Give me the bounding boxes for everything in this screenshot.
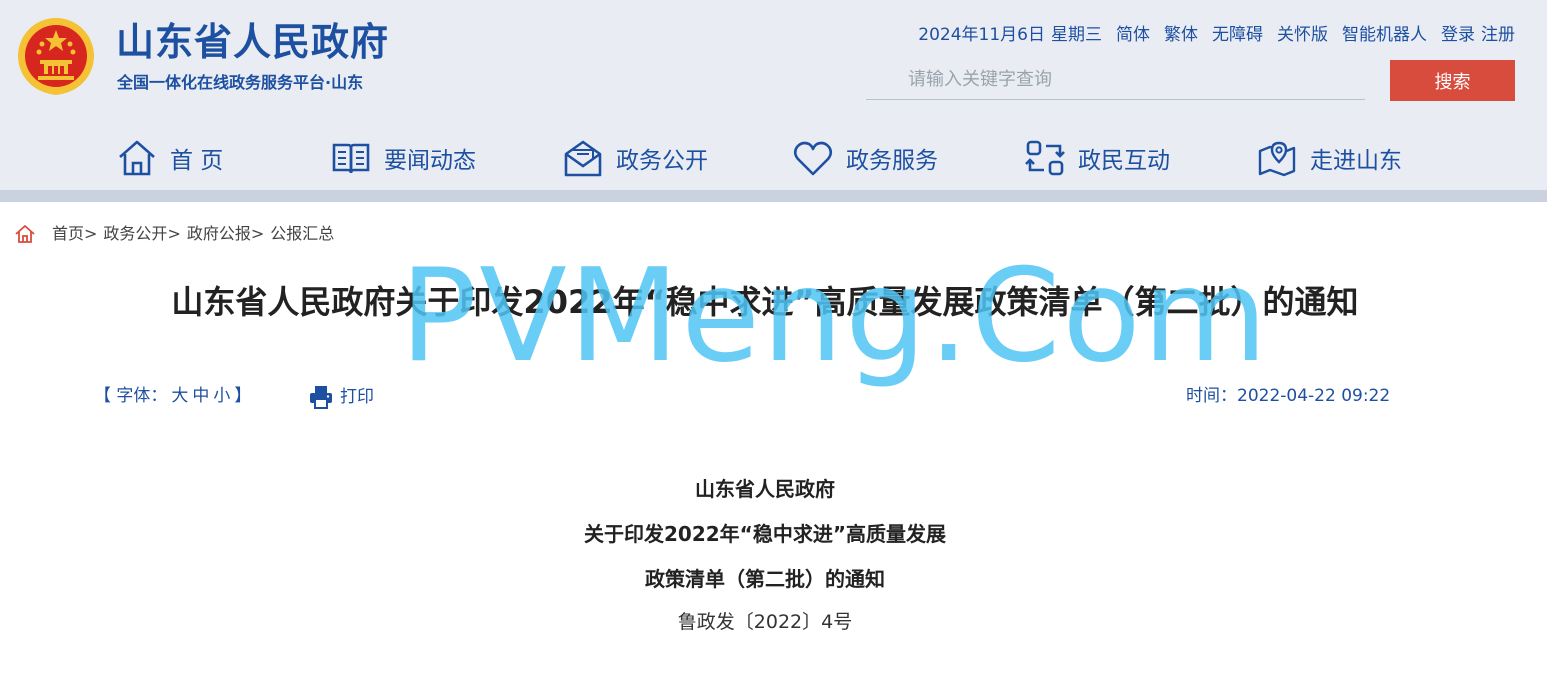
breadcrumb: 首页 > 政务公开 > 政府公报 > 公报汇总 xyxy=(14,222,334,246)
care-edition-link[interactable]: 关怀版 xyxy=(1277,24,1328,46)
publish-time-label: 时间： xyxy=(1186,386,1237,406)
weekday-text: 星期三 xyxy=(1051,25,1102,45)
heart-icon xyxy=(793,141,833,176)
breadcrumb-separator: > xyxy=(250,224,265,243)
breadcrumb-home-icon[interactable] xyxy=(14,223,36,245)
header-divider xyxy=(0,190,1547,202)
search-input[interactable] xyxy=(866,60,1365,99)
map-pin-icon xyxy=(1258,141,1296,177)
publish-time: 时间： 2022-04-22 09:22 xyxy=(1186,384,1390,408)
nav-item-gov-affairs[interactable]: 政务公开 xyxy=(562,130,708,186)
breadcrumb-separator: > xyxy=(167,224,181,243)
font-size-control: 【 字体： 大 中 小 】 xyxy=(94,384,251,408)
breadcrumb-gov-affairs[interactable]: 政务公开 xyxy=(103,222,167,246)
simplified-chinese-link[interactable]: 简体 xyxy=(1116,24,1150,46)
nav-label-discover-shandong: 走进山东 xyxy=(1310,148,1402,174)
site-title[interactable]: 山东省人民政府 xyxy=(116,20,389,64)
nav-label-gov-service: 政务服务 xyxy=(846,148,938,174)
site-subtitle[interactable]: 全国一体化在线政务服务平台·山东 xyxy=(117,73,363,93)
login-link[interactable]: 登录 xyxy=(1441,24,1475,46)
mail-open-icon xyxy=(564,140,602,177)
article-title: 山东省人民政府关于印发2022年“稳中求进”高质量发展政策清单（第二批）的通知 xyxy=(171,283,1359,321)
font-size-control-open: 【 字体： xyxy=(94,386,168,406)
breadcrumb-gazette-summary[interactable]: 公报汇总 xyxy=(270,222,334,246)
smart-robot-link[interactable]: 智能机器人 xyxy=(1342,24,1427,46)
nav-item-interaction[interactable]: 政民互动 xyxy=(1024,130,1170,186)
body-issuer: 山东省人民政府 xyxy=(695,477,835,501)
publish-time-value: 2022-04-22 09:22 xyxy=(1237,386,1391,406)
search-button[interactable]: 搜索 xyxy=(1390,60,1515,101)
breadcrumb-home[interactable]: 首页 xyxy=(52,222,84,246)
news-book-icon xyxy=(332,143,370,174)
breadcrumb-gov-gazette[interactable]: 政府公报 xyxy=(187,222,251,246)
home-icon xyxy=(119,140,155,176)
font-size-large[interactable]: 大 xyxy=(171,384,188,408)
body-heading-line-2: 政策清单（第二批）的通知 xyxy=(645,567,885,591)
register-link[interactable]: 注册 xyxy=(1481,24,1515,46)
search-box xyxy=(866,60,1365,100)
font-size-control-close: 】 xyxy=(234,386,252,406)
main-nav: 首 页 要闻动态 政务公开 政务服务 政民互动 走进山东 xyxy=(0,130,1547,186)
nav-label-interaction: 政民互动 xyxy=(1078,148,1170,174)
body-heading-line-1: 关于印发2022年“稳中求进”高质量发展 xyxy=(584,522,946,546)
interaction-arrows-icon xyxy=(1025,140,1065,176)
nav-item-news[interactable]: 要闻动态 xyxy=(330,130,476,186)
nav-label-home: 首 页 xyxy=(170,148,224,174)
print-label: 打印 xyxy=(340,387,374,407)
accessibility-link[interactable]: 无障碍 xyxy=(1212,24,1263,46)
nav-item-discover-shandong[interactable]: 走进山东 xyxy=(1256,130,1402,186)
font-size-small[interactable]: 小 xyxy=(213,384,230,408)
nav-label-gov-affairs: 政务公开 xyxy=(616,148,708,174)
document-number: 鲁政发〔2022〕4号 xyxy=(677,611,853,633)
traditional-chinese-link[interactable]: 繁体 xyxy=(1164,24,1198,46)
font-size-medium[interactable]: 中 xyxy=(192,384,209,408)
nav-label-news: 要闻动态 xyxy=(384,148,476,174)
top-utility-links: 2024年11月6日 星期三 简体 繁体 无障碍 关怀版 智能机器人 登录 注册 xyxy=(918,24,1515,46)
breadcrumb-separator: > xyxy=(84,224,98,243)
print-button[interactable]: 打印 xyxy=(308,384,374,410)
printer-icon xyxy=(310,386,332,409)
nav-item-home[interactable]: 首 页 xyxy=(116,130,223,186)
national-emblem-icon[interactable] xyxy=(16,16,96,96)
nav-item-gov-service[interactable]: 政务服务 xyxy=(792,130,938,186)
date-text: 2024年11月6日 xyxy=(918,25,1045,45)
